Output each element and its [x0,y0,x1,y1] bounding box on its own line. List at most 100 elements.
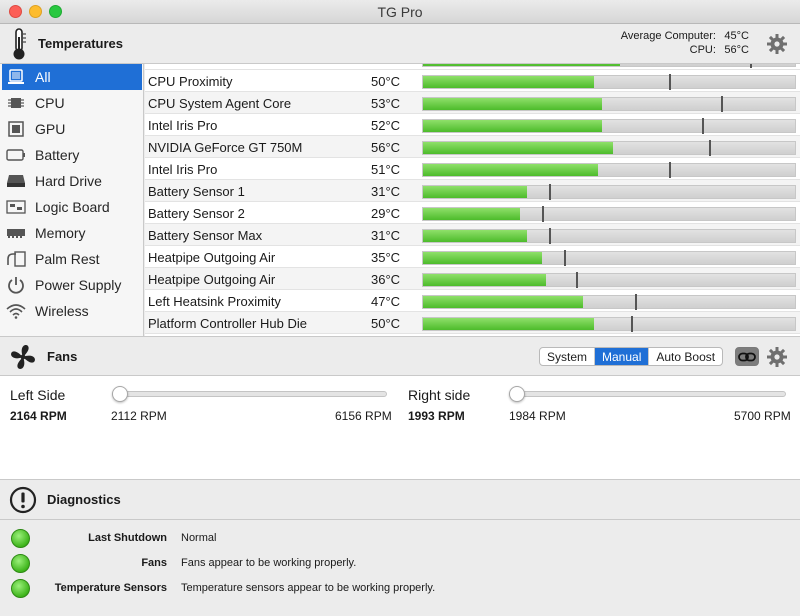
average-computer-value: 45°C [724,30,749,42]
left-fan-slider-knob[interactable] [112,386,128,402]
sensor-temperature: 50°C [371,74,401,89]
diagnostic-value: Normal [181,532,217,544]
palm-rest-icon [6,250,26,268]
sensor-name: Battery Sensor 1 [148,184,245,199]
temperature-bar [422,74,796,90]
diagnostic-row-last-shutdown: Last Shutdown Normal [0,528,800,550]
window-title: TG Pro [377,4,423,20]
table-row[interactable]: Intel Iris Pro 52°C [145,114,800,136]
table-row[interactable]: NVIDIA GeForce GT 750M 56°C [145,136,800,158]
sensor-temperature: 31°C [371,228,401,243]
warning-icon [9,486,37,514]
temperature-bar-fill [423,208,520,220]
temperatures-title: Temperatures [38,36,124,51]
fan-icon [11,345,35,369]
diagnostic-row-fans: Fans Fans appear to be working properly. [0,553,800,575]
sidebar-item-label: CPU [35,95,65,111]
temperature-bar-fill [423,164,598,176]
sidebar-item-power-supply[interactable]: Power Supply [2,272,142,298]
sensor-temperature: 31°C [371,184,401,199]
sidebar-item-hard-drive[interactable]: Hard Drive [2,168,142,194]
right-fan-max-rpm: 5700 RPM [734,409,791,423]
table-row[interactable]: CPU Proximity 50°C [145,70,800,92]
power-icon [6,276,26,294]
temperature-bar [422,64,796,68]
all-sensors-icon [6,68,26,86]
table-row[interactable]: CPU System Agent Core 53°C [145,92,800,114]
sensor-temperature-table[interactable]: CPU Proximity 50°C CPU System Agent Core 53… [145,64,800,336]
gear-icon[interactable] [766,33,788,55]
right-fan-slider-track[interactable] [509,391,786,397]
table-row[interactable]: Battery Sensor 1 31°C [145,180,800,202]
fan-mode-manual-button[interactable]: Manual [595,348,650,365]
right-fan-slider-knob[interactable] [509,386,525,402]
gear-icon[interactable] [766,346,788,368]
temperature-bar-fill [423,76,595,88]
right-fan-label: Right side [408,387,471,403]
diagnostics-panel: Last Shutdown Normal Fans Fans appear to… [0,520,800,616]
cpu-average-label: CPU: [689,44,716,56]
diagnostics-header: Diagnostics [0,480,800,520]
sidebar-item-battery[interactable]: Battery [2,142,142,168]
sidebar-item-label: All [35,69,51,85]
left-fan-rpm: 2164 RPM [10,409,67,423]
sidebar-item-palm-rest[interactable]: Palm Rest [2,246,142,272]
fan-mode-system-button[interactable]: System [540,348,596,365]
max-temperature-marker [564,250,567,266]
sidebar-item-logic-board[interactable]: Logic Board [2,194,142,220]
max-temperature-marker [668,162,671,178]
sidebar-item-gpu[interactable]: GPU [2,116,142,142]
table-row[interactable]: Battery Sensor 2 29°C [145,202,800,224]
memory-icon [6,224,26,242]
tgpro-window: TG Pro Temperatures Average Computer: 45… [0,0,800,616]
fan-mode-auto-boost-button[interactable]: Auto Boost [649,348,722,365]
fan-mode-segmented-control[interactable]: System Manual Auto Boost [539,347,724,366]
fans-header: Fans System Manual Auto Boost [0,336,800,376]
temperature-bar-fill [423,318,595,330]
max-temperature-marker [549,228,552,244]
left-fan-min-rpm: 2112 RPM [111,409,167,423]
table-row[interactable]: Intel Iris Pro 51°C [145,158,800,180]
max-temperature-marker [709,140,712,156]
sensor-name: Heatpipe Outgoing Air [148,250,276,265]
sensor-name: Left Heatsink Proximity [148,294,281,309]
diagnostics-title: Diagnostics [47,492,121,507]
battery-icon [6,146,26,164]
sidebar-item-label: Palm Rest [35,251,100,267]
sensor-name: Intel Iris Pro [148,118,218,133]
sensor-name: NVIDIA GeForce GT 750M [148,140,303,155]
table-row[interactable]: Heatpipe Outgoing Air 35°C [145,246,800,268]
diagnostic-row-temperature-sensors: Temperature Sensors Temperature sensors … [0,578,800,600]
sidebar-item-wireless[interactable]: Wireless [2,298,142,324]
logic-board-icon [6,198,26,216]
sensor-name: CPU System Agent Core [148,96,292,111]
table-row[interactable]: Battery Sensor Max 31°C [145,224,800,246]
left-fan-slider-track[interactable] [112,391,387,397]
temperature-bar [422,184,796,200]
sensor-name: Intel Iris Pro [148,162,218,177]
temperature-bar [422,162,796,178]
sidebar-item-all[interactable]: All [2,64,142,90]
max-temperature-marker [549,184,552,200]
sensor-temperature: 35°C [371,250,401,265]
table-row[interactable]: Left Heatsink Proximity 47°C [145,290,800,312]
left-fan-label: Left Side [10,387,66,403]
right-fan-rpm: 1993 RPM [408,409,465,423]
table-row[interactable]: Platform Controller Hub Die 50°C [145,312,800,334]
temperature-bar [422,250,796,266]
link-fans-button[interactable] [735,347,759,366]
temperature-bar-fill [423,98,602,110]
sensor-temperature: 50°C [371,316,401,331]
thermometer-icon [13,28,26,60]
fans-title: Fans [47,349,78,364]
sensor-temperature: 29°C [371,206,401,221]
fans-panel: Left Side 2164 RPM 2112 RPM 6156 RPM Rig… [0,376,800,480]
temperature-bar [422,228,796,244]
max-temperature-marker [720,96,723,112]
sidebar-item-memory[interactable]: Memory [2,220,142,246]
hard-drive-icon [6,172,26,190]
sidebar-item-label: Wireless [35,303,89,319]
sidebar-item-cpu[interactable]: CPU [2,90,142,116]
table-row[interactable]: Heatpipe Outgoing Air 36°C [145,268,800,290]
sensor-temperature: 51°C [371,162,401,177]
